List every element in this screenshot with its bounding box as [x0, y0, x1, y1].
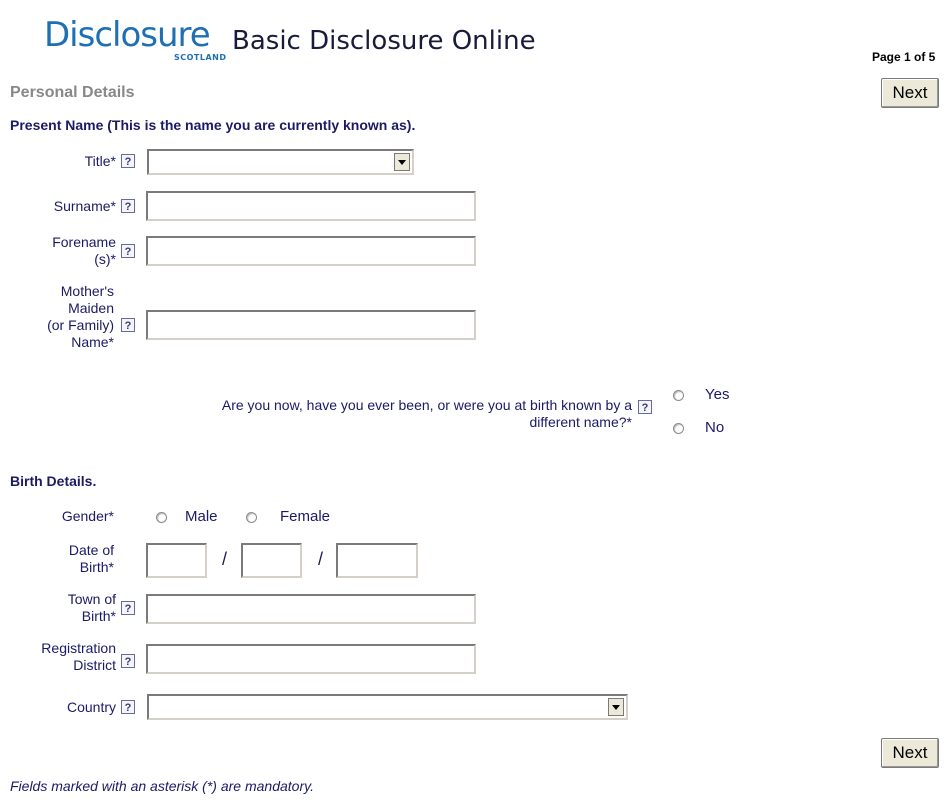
dob-day-input[interactable]: [146, 543, 207, 578]
page-indicator: Page 1 of 5: [872, 50, 936, 64]
logo-wordmark: Disclosure: [44, 15, 211, 55]
logo-subtitle: SCOTLAND: [174, 53, 227, 62]
title-select[interactable]: [147, 149, 414, 175]
dob-label: Date of Birth*: [20, 542, 114, 576]
country-select[interactable]: [147, 694, 628, 720]
dob-separator-2: /: [318, 549, 324, 569]
disclosure-scotland-logo: Disclosure SCOTLAND: [44, 15, 226, 62]
other-name-help-icon[interactable]: ?: [638, 400, 652, 414]
other-name-no-radio[interactable]: [673, 423, 684, 434]
town-help-icon[interactable]: ?: [121, 601, 135, 615]
country-help-icon[interactable]: ?: [121, 700, 135, 714]
maiden-label-line4: Name*: [71, 334, 114, 350]
country-label: Country: [66, 699, 116, 715]
town-of-birth-input[interactable]: [146, 594, 476, 624]
gender-female-radio[interactable]: [246, 512, 257, 523]
next-button-bottom[interactable]: Next: [881, 738, 939, 768]
surname-label: Surname*: [53, 198, 116, 214]
forename-label-line1: Forename: [52, 234, 116, 250]
maiden-help-icon[interactable]: ?: [121, 318, 135, 332]
regdist-label-line1: Registration: [41, 640, 116, 656]
chevron-down-icon[interactable]: [394, 153, 410, 171]
maiden-label-line1: Mother's: [60, 283, 114, 299]
forename-label: Forename (s)*: [20, 234, 116, 268]
section-title: Personal Details: [10, 84, 135, 101]
registration-district-help-icon[interactable]: ?: [121, 654, 135, 668]
dob-label-line1: Date of: [68, 542, 114, 558]
surname-help-icon[interactable]: ?: [121, 199, 135, 213]
forename-input[interactable]: [146, 236, 476, 266]
town-label-line2: Birth*: [81, 608, 116, 624]
gender-male-label: Male: [185, 508, 218, 525]
other-name-question-line2: different name?*: [529, 414, 632, 430]
other-name-question: Are you now, have you ever been, or were…: [50, 397, 632, 431]
maiden-label-line2: Maiden: [68, 300, 114, 316]
forename-help-icon[interactable]: ?: [121, 244, 135, 258]
title-label: Title*: [84, 153, 116, 169]
other-name-no-label: No: [705, 419, 725, 436]
gender-label: Gender*: [61, 508, 114, 524]
maiden-name-input[interactable]: [146, 310, 476, 340]
mandatory-fields-note: Fields marked with an asterisk (*) are m…: [10, 778, 314, 794]
regdist-label-line2: District: [73, 657, 116, 673]
app-title: Basic Disclosure Online: [232, 26, 536, 56]
chevron-down-icon[interactable]: [608, 698, 624, 716]
other-name-yes-radio[interactable]: [673, 390, 684, 401]
maiden-label-line3: (or Family): [47, 317, 114, 333]
registration-district-input[interactable]: [146, 644, 476, 674]
forename-label-line2: (s)*: [94, 251, 116, 267]
next-button-top[interactable]: Next: [881, 78, 939, 108]
town-of-birth-label: Town of Birth*: [20, 591, 116, 625]
town-label-line1: Town of: [67, 591, 116, 607]
gender-male-radio[interactable]: [156, 512, 167, 523]
birth-details-heading: Birth Details.: [10, 473, 97, 489]
dob-separator-1: /: [222, 549, 228, 569]
dob-label-line2: Birth*: [79, 559, 114, 575]
registration-district-label: Registration District: [5, 640, 116, 674]
surname-input[interactable]: [146, 191, 476, 221]
dob-month-input[interactable]: [241, 543, 302, 578]
dob-year-input[interactable]: [336, 543, 418, 578]
other-name-question-line1: Are you now, have you ever been, or were…: [221, 397, 632, 413]
title-help-icon[interactable]: ?: [121, 154, 135, 168]
gender-female-label: Female: [280, 508, 331, 525]
maiden-name-label: Mother's Maiden (or Family) Name*: [8, 283, 114, 351]
present-name-heading: Present Name (This is the name you are c…: [10, 117, 416, 133]
other-name-yes-label: Yes: [705, 386, 730, 403]
